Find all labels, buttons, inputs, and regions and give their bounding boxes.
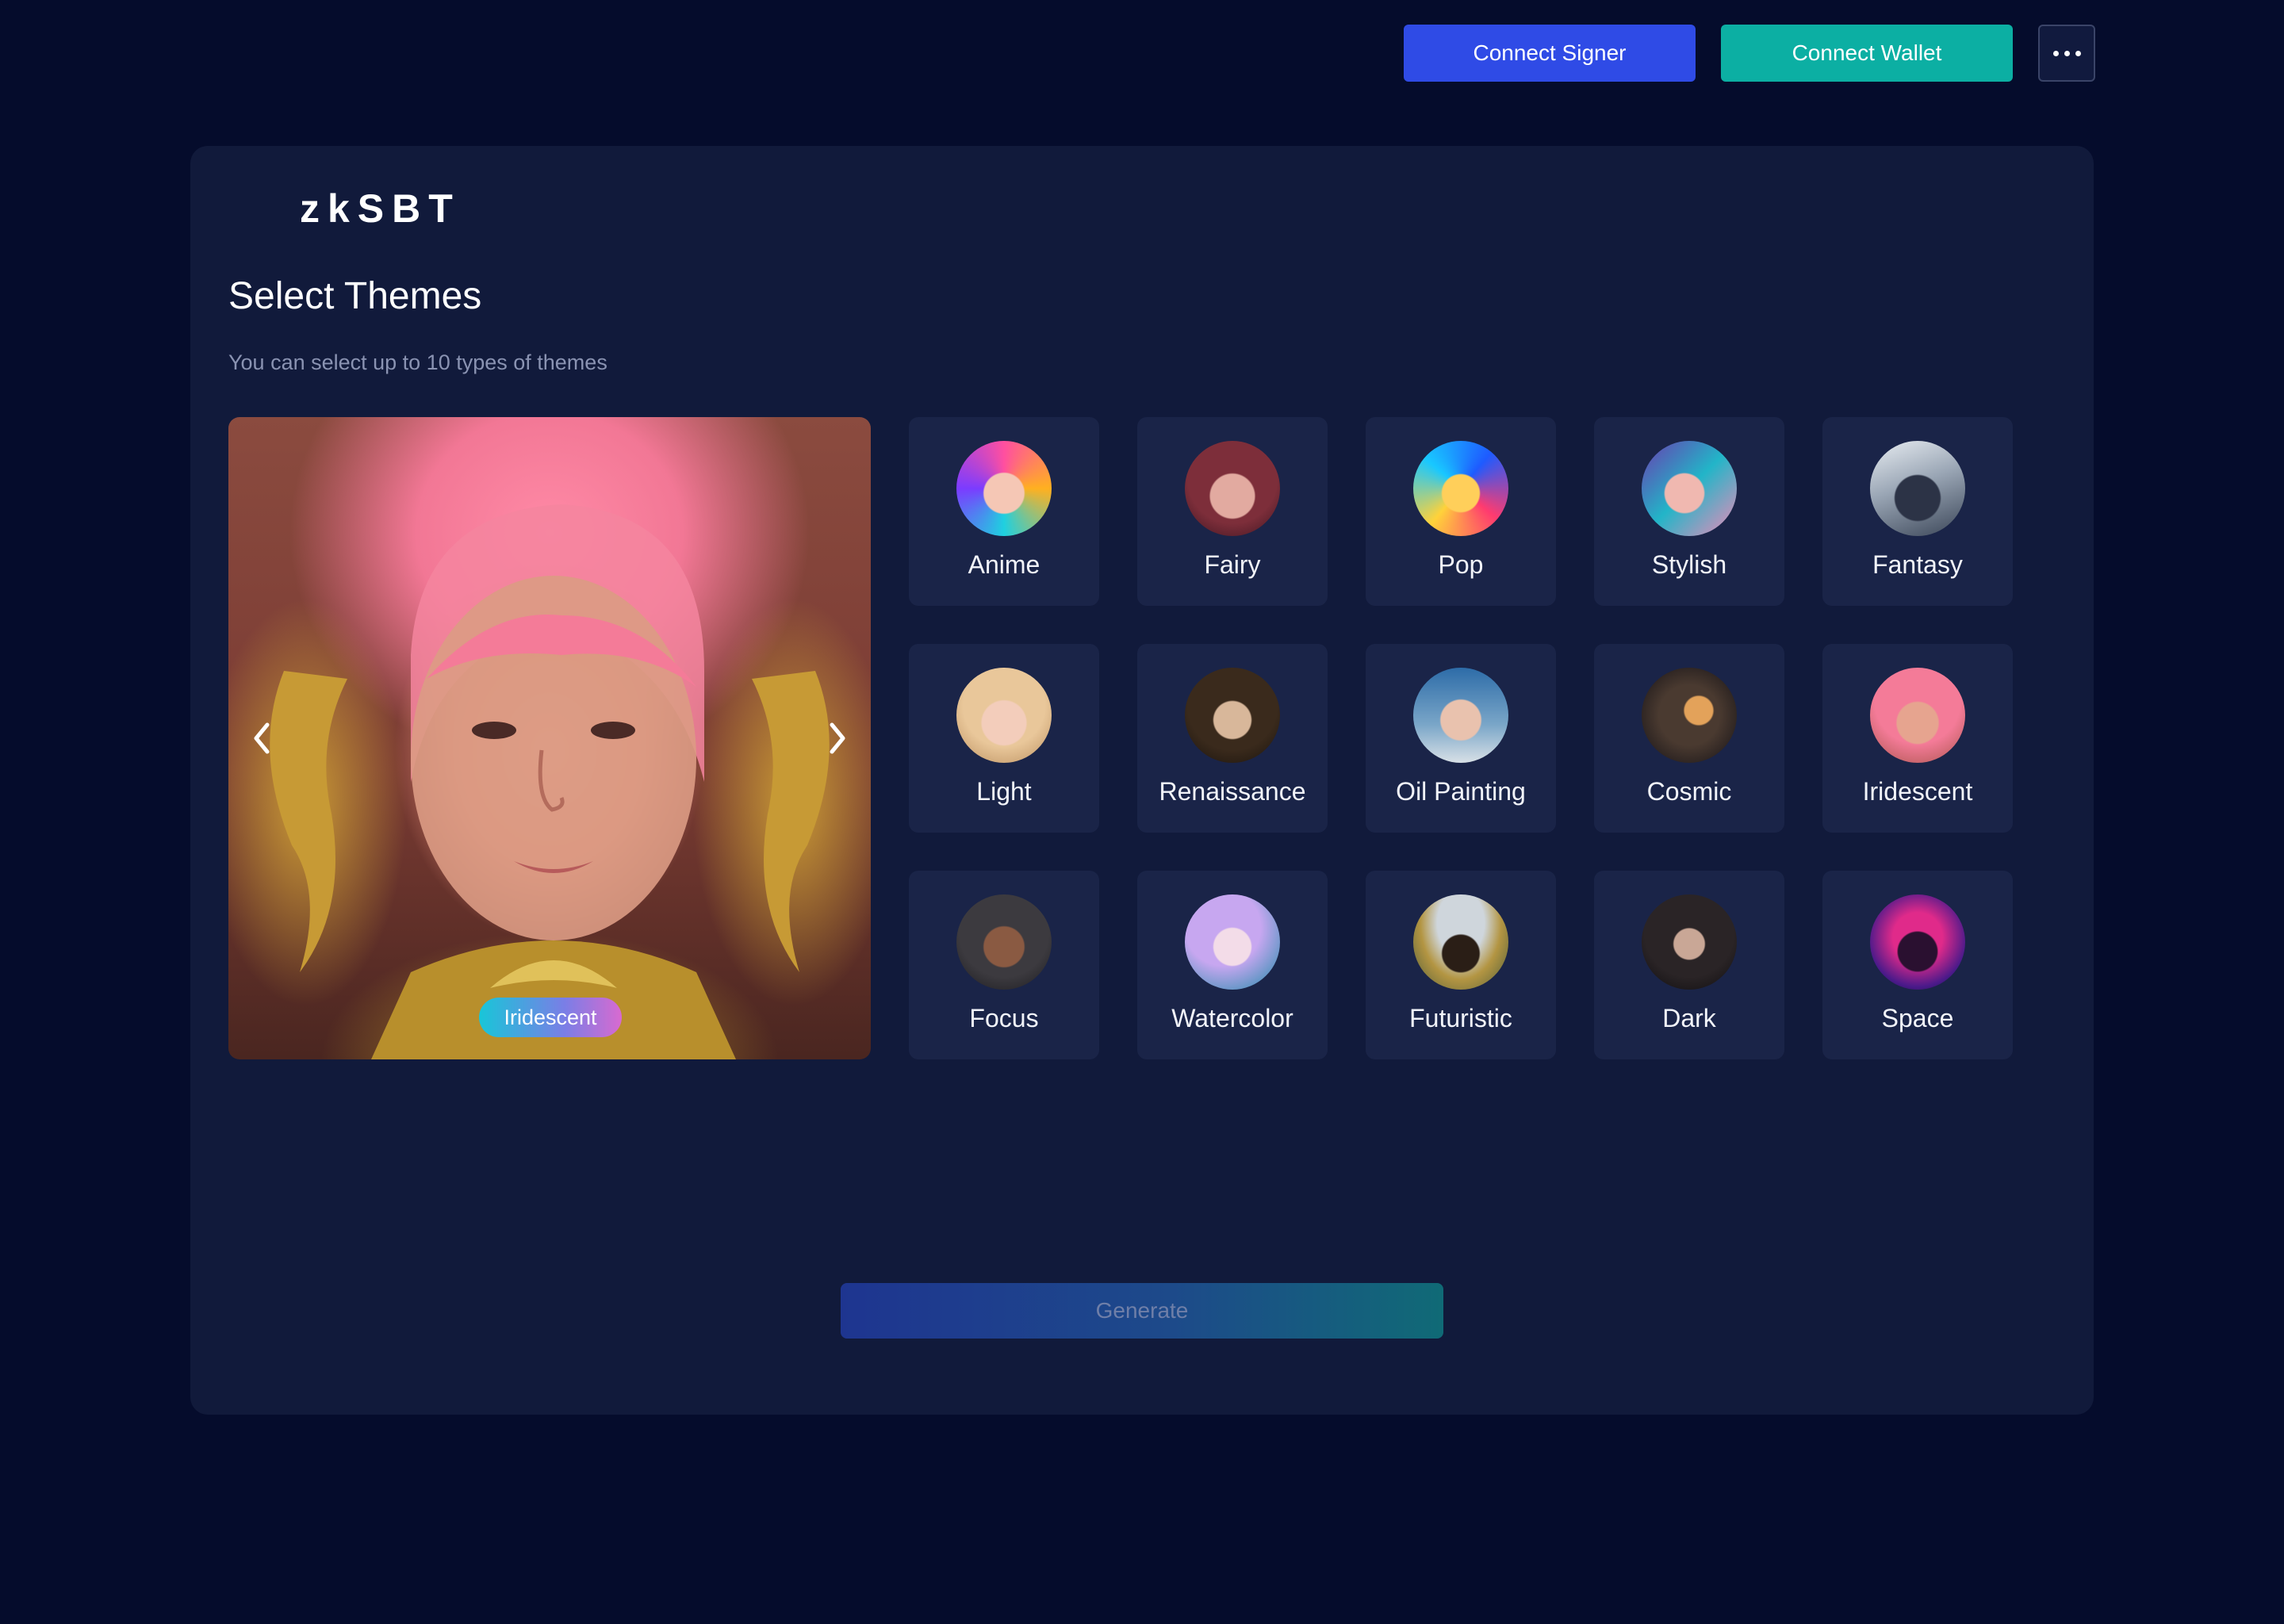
theme-tile-anime[interactable]: Anime bbox=[909, 417, 1099, 606]
theme-avatar-cosmic bbox=[1642, 668, 1737, 763]
theme-label: Cosmic bbox=[1646, 777, 1732, 806]
theme-avatar-iridescent bbox=[1870, 668, 1965, 763]
theme-label: Pop bbox=[1438, 550, 1484, 579]
theme-tile-futuristic[interactable]: Futuristic bbox=[1366, 871, 1556, 1059]
theme-tile-stylish[interactable]: Stylish bbox=[1594, 417, 1784, 606]
theme-label: Light bbox=[976, 777, 1032, 806]
theme-label: Fairy bbox=[1204, 550, 1261, 579]
theme-tile-fantasy[interactable]: Fantasy bbox=[1822, 417, 2013, 606]
theme-label: Iridescent bbox=[1862, 777, 1973, 806]
connect-signer-button[interactable]: Connect Signer bbox=[1404, 25, 1696, 82]
theme-tile-renaissance[interactable]: Renaissance bbox=[1137, 644, 1328, 833]
theme-avatar-anime bbox=[956, 441, 1052, 536]
theme-tile-pop[interactable]: Pop bbox=[1366, 417, 1556, 606]
next-button[interactable] bbox=[814, 714, 861, 762]
theme-avatar-pop bbox=[1413, 441, 1508, 536]
theme-avatar-fantasy bbox=[1870, 441, 1965, 536]
theme-tile-dark[interactable]: Dark bbox=[1594, 871, 1784, 1059]
page-subtitle: You can select up to 10 types of themes bbox=[228, 350, 607, 374]
theme-avatar-watercolor bbox=[1185, 894, 1280, 990]
more-dots-icon bbox=[2075, 50, 2081, 56]
theme-tile-fairy[interactable]: Fairy bbox=[1137, 417, 1328, 606]
portrait-illustration bbox=[270, 504, 830, 1059]
theme-avatar-dark bbox=[1642, 894, 1737, 990]
theme-tile-light[interactable]: Light bbox=[909, 644, 1099, 833]
theme-tile-focus[interactable]: Focus bbox=[909, 871, 1099, 1059]
more-dots-icon bbox=[2064, 50, 2070, 56]
theme-label: Renaissance bbox=[1159, 777, 1306, 806]
more-dots-icon bbox=[2052, 50, 2059, 56]
theme-tile-space[interactable]: Space bbox=[1822, 871, 2013, 1059]
generate-button[interactable]: Generate bbox=[841, 1283, 1443, 1339]
theme-tile-cosmic[interactable]: Cosmic bbox=[1594, 644, 1784, 833]
page-title: Select Themes bbox=[228, 275, 482, 317]
top-bar: Connect Signer Connect Wallet bbox=[0, 25, 2284, 82]
current-theme-badge: Iridescent bbox=[479, 998, 622, 1037]
theme-avatar-oil-painting bbox=[1413, 668, 1508, 763]
theme-label: Futuristic bbox=[1409, 1004, 1512, 1032]
app-logo: zkSBT bbox=[300, 186, 461, 231]
theme-label: Stylish bbox=[1651, 550, 1727, 579]
theme-avatar-space bbox=[1870, 894, 1965, 990]
theme-tile-watercolor[interactable]: Watercolor bbox=[1137, 871, 1328, 1059]
theme-label: Fantasy bbox=[1872, 550, 1963, 579]
theme-avatar-light bbox=[956, 668, 1052, 763]
theme-tile-oil-painting[interactable]: Oil Painting bbox=[1366, 644, 1556, 833]
chevron-left-icon bbox=[254, 722, 270, 754]
theme-label: Space bbox=[1881, 1004, 1954, 1032]
theme-avatar-renaissance bbox=[1185, 668, 1280, 763]
theme-label: Anime bbox=[968, 550, 1040, 579]
theme-selection-card: zkSBT Select Themes You can select up to… bbox=[190, 146, 2094, 1415]
chevron-right-icon bbox=[830, 722, 845, 754]
theme-avatar-stylish bbox=[1642, 441, 1737, 536]
theme-tile-iridescent[interactable]: Iridescent bbox=[1822, 644, 2013, 833]
theme-label: Watercolor bbox=[1171, 1004, 1293, 1032]
theme-label: Focus bbox=[969, 1004, 1039, 1032]
theme-preview-image: Iridescent bbox=[228, 417, 871, 1059]
previous-button[interactable] bbox=[238, 714, 286, 762]
connect-wallet-button[interactable]: Connect Wallet bbox=[1721, 25, 2013, 82]
more-menu-button[interactable] bbox=[2038, 25, 2095, 82]
theme-avatar-focus bbox=[956, 894, 1052, 990]
theme-label: Oil Painting bbox=[1396, 777, 1526, 806]
theme-avatar-fairy bbox=[1185, 441, 1280, 536]
theme-avatar-futuristic bbox=[1413, 894, 1508, 990]
theme-label: Dark bbox=[1662, 1004, 1716, 1032]
